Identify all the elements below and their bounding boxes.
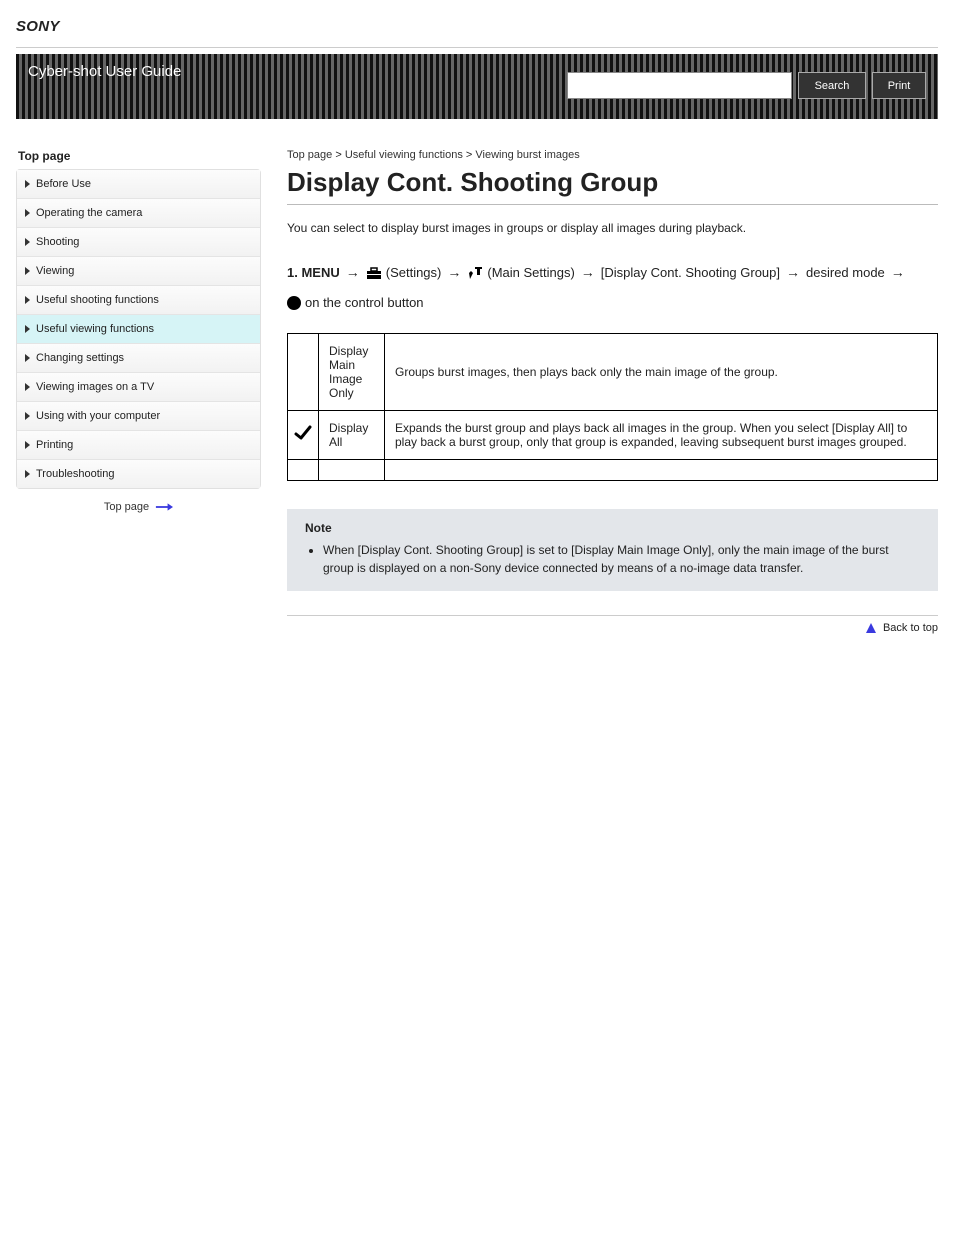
menu-prefix: 1. MENU (287, 261, 340, 284)
sidebar-item-label: Shooting (36, 236, 79, 248)
sidebar-item-printing[interactable]: Printing (17, 431, 260, 460)
lead-text: You can select to display burst images i… (287, 219, 938, 238)
table-row: Display Main Image Only Groups burst ima… (288, 333, 938, 410)
header-bar: Cyber-shot User Guide Search Print (16, 54, 938, 119)
divider (287, 204, 938, 205)
sidebar-item-useful-shoot[interactable]: Useful shooting functions (17, 286, 260, 315)
chevron-right-icon (25, 209, 30, 217)
chevron-right-icon (25, 412, 30, 420)
chevron-right-icon (25, 441, 30, 449)
note-title: Note (305, 521, 920, 535)
note-item: When [Display Cont. Shooting Group] is s… (323, 541, 920, 577)
sidebar-item-label: Useful viewing functions (36, 323, 154, 335)
option-desc: Expands the burst group and plays back a… (385, 410, 938, 459)
bullet-icon (287, 296, 301, 310)
main-content: Top page > Useful viewing functions > Vi… (287, 149, 938, 634)
sidebar-item-label: Operating the camera (36, 207, 142, 219)
note-list: When [Display Cont. Shooting Group] is s… (323, 541, 920, 577)
print-button[interactable]: Print (872, 72, 926, 99)
back-to-top-label: Back to top (883, 622, 938, 634)
chevron-right-icon (25, 354, 30, 362)
brand-logo: SONY (16, 18, 60, 35)
note-box: Note When [Display Cont. Shooting Group]… (287, 509, 938, 591)
breadcrumb: Top page > Useful viewing functions > Vi… (287, 149, 938, 161)
checkmark-icon (294, 424, 312, 442)
page-title: Display Cont. Shooting Group (287, 167, 938, 198)
option-label: Display Main Image Only (319, 333, 385, 410)
sidebar-item-label: Viewing images on a TV (36, 381, 154, 393)
chevron-right-icon (25, 180, 30, 188)
search-group: Search Print (567, 72, 926, 99)
settings-table: Display Main Image Only Groups burst ima… (287, 333, 938, 481)
step-item: [Display Cont. Shooting Group] (601, 261, 780, 284)
top-page-label: Top page (104, 501, 149, 513)
sidebar-item-label: Before Use (36, 178, 91, 190)
chevron-right-icon (25, 267, 30, 275)
toc: Before Use Operating the camera Shooting… (16, 169, 261, 489)
option-label: Display All (319, 410, 385, 459)
arrow-right-icon: → (447, 260, 461, 285)
triangle-up-icon (865, 622, 877, 634)
table-row: Display All Expands the burst group and … (288, 410, 938, 459)
sidebar-item-before-use[interactable]: Before Use (17, 170, 260, 199)
sidebar-item-viewing[interactable]: Viewing (17, 257, 260, 286)
sidebar-item-operating[interactable]: Operating the camera (17, 199, 260, 228)
chevron-right-icon (25, 238, 30, 246)
sidebar-item-useful-view[interactable]: Useful viewing functions (17, 315, 260, 344)
sidebar-item-label: Using with your computer (36, 410, 160, 422)
step-control-button: on the control button (287, 291, 424, 314)
header-title: Cyber-shot User Guide (28, 62, 567, 82)
check-cell (288, 333, 319, 410)
toolbox-icon (366, 265, 382, 281)
search-button[interactable]: Search (798, 72, 866, 99)
table-row (288, 459, 938, 480)
chevron-right-icon (25, 383, 30, 391)
arrow-right-icon: → (581, 260, 595, 285)
arrow-right-icon: → (346, 260, 360, 285)
sidebar: Top page Before Use Operating the camera… (16, 149, 261, 634)
step-mode: desired mode (806, 261, 885, 284)
sidebar-item-label: Useful shooting functions (36, 294, 159, 306)
option-desc (385, 459, 938, 480)
check-cell (288, 410, 319, 459)
sidebar-item-label: Viewing (36, 265, 74, 277)
back-to-top[interactable]: Back to top (287, 615, 938, 634)
sidebar-item-label: Troubleshooting (36, 468, 114, 480)
sidebar-item-label: Printing (36, 439, 73, 451)
check-cell (288, 459, 319, 480)
step-settings: (Settings) (366, 261, 442, 284)
sidebar-item-trouble[interactable]: Troubleshooting (17, 460, 260, 488)
sidebar-item-tv[interactable]: Viewing images on a TV (17, 373, 260, 402)
step-main-settings: (Main Settings) (467, 261, 574, 284)
sidebar-item-changing[interactable]: Changing settings (17, 344, 260, 373)
arrow-right-icon (155, 502, 173, 512)
toc-title: Top page (18, 149, 261, 163)
top-page-link[interactable]: Top page (16, 501, 261, 513)
chevron-right-icon (25, 470, 30, 478)
option-label (319, 459, 385, 480)
sidebar-item-label: Changing settings (36, 352, 124, 364)
chevron-right-icon (25, 325, 30, 333)
tools-icon (467, 265, 483, 281)
option-desc: Groups burst images, then plays back onl… (385, 333, 938, 410)
arrow-right-icon: → (891, 260, 905, 285)
arrow-right-icon: → (786, 260, 800, 285)
sidebar-item-computer[interactable]: Using with your computer (17, 402, 260, 431)
chevron-right-icon (25, 296, 30, 304)
sidebar-item-shooting[interactable]: Shooting (17, 228, 260, 257)
menu-path: 1. MENU → (Settings) → (Main Settings) →… (287, 252, 938, 333)
search-input[interactable] (567, 72, 792, 99)
